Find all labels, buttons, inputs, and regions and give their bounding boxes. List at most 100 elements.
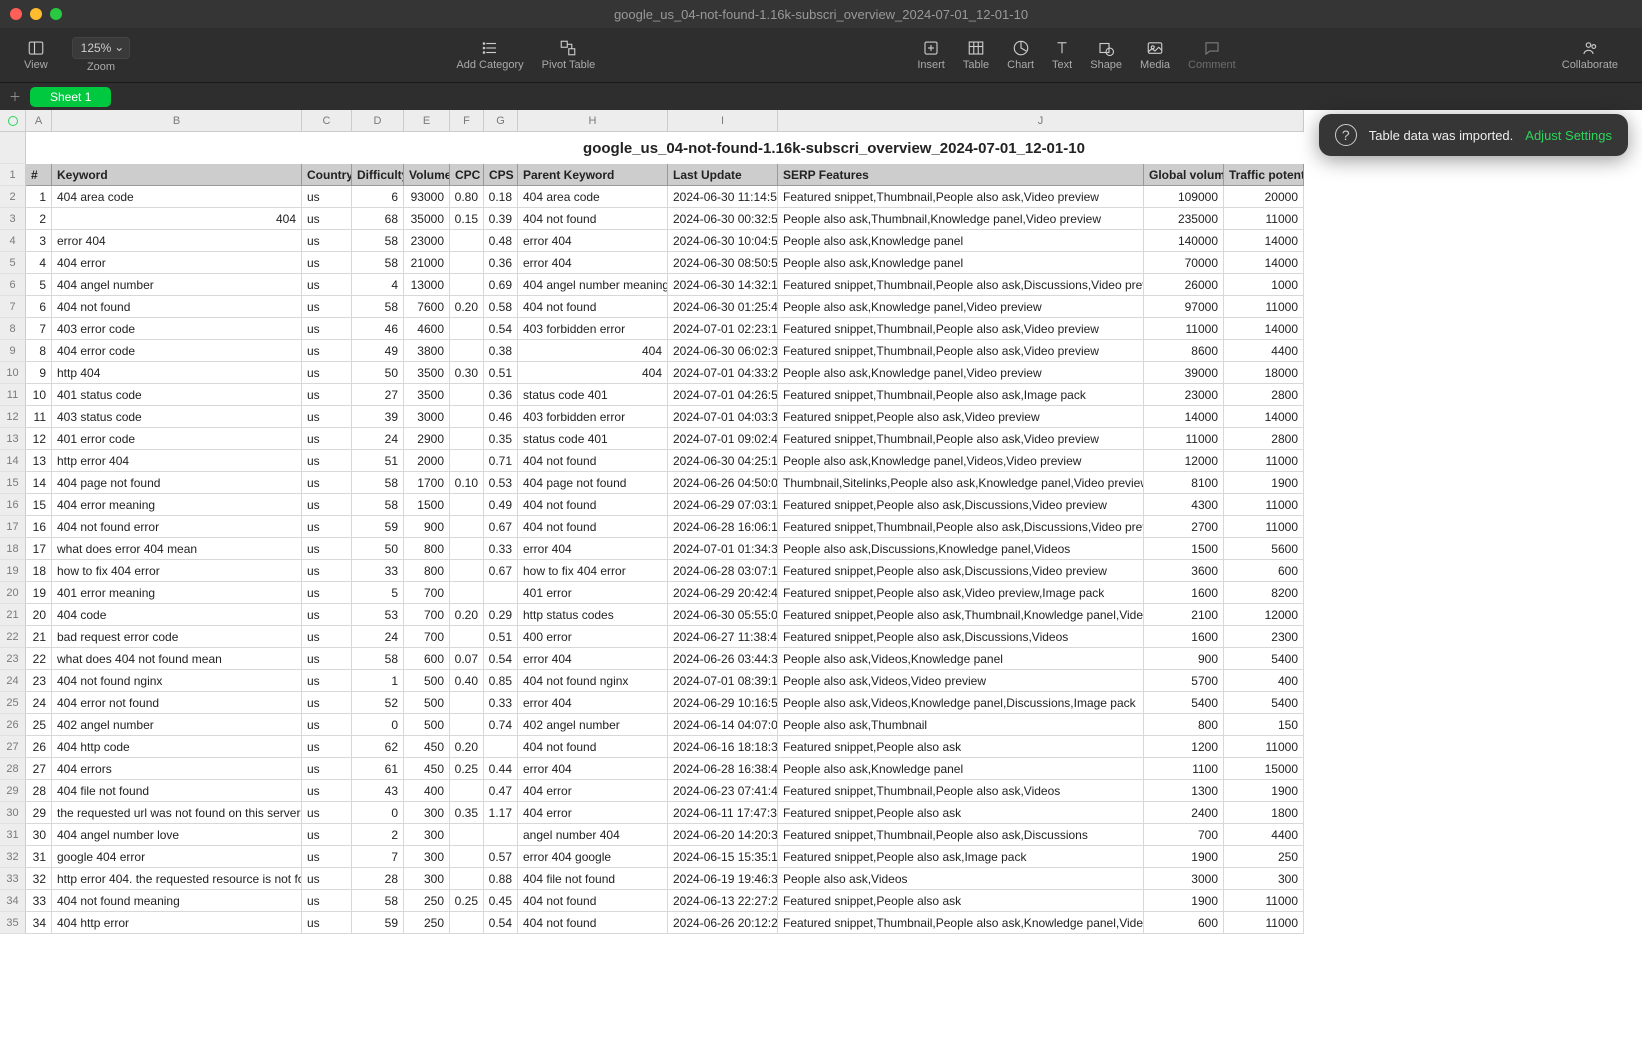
table-cell[interactable] [450,494,484,516]
table-cell[interactable]: 2024-07-01 08:39:15 [668,670,778,692]
table-cell[interactable]: 11000 [1224,296,1304,318]
comment-button[interactable]: Comment [1180,28,1244,82]
table-cell[interactable]: 0.67 [484,516,518,538]
table-cell[interactable]: 0.51 [484,626,518,648]
table-cell[interactable] [450,912,484,934]
table-cell[interactable]: 2024-06-16 18:18:37 [668,736,778,758]
table-cell[interactable]: 404 error not found [52,692,302,714]
table-cell[interactable]: 11000 [1224,494,1304,516]
table-cell[interactable]: 12000 [1144,450,1224,472]
table-cell[interactable]: 700 [404,626,450,648]
table-cell[interactable]: 6 [26,296,52,318]
table-cell[interactable]: 11000 [1144,318,1224,340]
table-cell[interactable]: 401 status code [52,384,302,406]
table-cell[interactable]: 109000 [1144,186,1224,208]
table-cell[interactable]: 32 [26,868,52,890]
table-cell[interactable] [450,714,484,736]
table-cell[interactable]: 800 [404,560,450,582]
table-cell[interactable]: 23 [26,670,52,692]
table-cell[interactable]: 31 [26,846,52,868]
table-cell[interactable]: bad request error code [52,626,302,648]
table-cell[interactable]: 400 [1224,670,1304,692]
table-cell[interactable]: 2024-07-01 02:23:12 [668,318,778,340]
table-cell[interactable]: 1900 [1224,472,1304,494]
table-cell[interactable]: how to fix 404 error [518,560,668,582]
zoom-control[interactable]: 125% Zoom [60,28,143,82]
table-cell[interactable]: 0.88 [484,868,518,890]
table-cell[interactable]: 0.25 [450,890,484,912]
table-cell[interactable]: 6 [352,186,404,208]
table-cell[interactable]: 404 not found [518,208,668,230]
table-cell[interactable]: us [302,582,352,604]
table-cell[interactable]: http 404 [52,362,302,384]
table-cell[interactable]: 0.30 [450,362,484,384]
table-cell[interactable]: People also ask,Knowledge panel [778,758,1144,780]
table-cell[interactable]: us [302,406,352,428]
table-cell[interactable]: 2024-06-30 04:25:17 [668,450,778,472]
table-cell[interactable]: 27 [26,758,52,780]
table-cell[interactable]: 2024-06-14 04:07:05 [668,714,778,736]
table-cell[interactable]: 34 [26,912,52,934]
row-header-27[interactable]: 27 [0,736,26,758]
row-header-35[interactable]: 35 [0,912,26,934]
table-cell[interactable]: us [302,648,352,670]
row-header-33[interactable]: 33 [0,868,26,890]
table-cell[interactable]: us [302,626,352,648]
table-cell[interactable]: us [302,274,352,296]
table-cell[interactable] [450,340,484,362]
table-cell[interactable]: us [302,186,352,208]
table-cell[interactable]: 404 errors [52,758,302,780]
table-cell[interactable]: 2400 [1144,802,1224,824]
table-cell[interactable]: 0.71 [484,450,518,472]
table-cell[interactable]: 140000 [1144,230,1224,252]
table-cell[interactable]: 2024-07-01 04:33:20 [668,362,778,384]
table-cell[interactable]: 404 code [52,604,302,626]
table-cell[interactable]: 2024-06-28 03:07:18 [668,560,778,582]
table-cell[interactable]: 5400 [1224,648,1304,670]
table-cell[interactable]: 2024-06-28 16:06:16 [668,516,778,538]
table-cell[interactable]: Featured snippet,People also ask,Discuss… [778,494,1144,516]
table-cell[interactable]: 58 [352,472,404,494]
table-cell[interactable]: us [302,824,352,846]
table-cell[interactable]: 0.15 [450,208,484,230]
table-cell[interactable]: 0.07 [450,648,484,670]
table-cell[interactable]: 2024-06-13 22:27:27 [668,890,778,912]
table-cell[interactable]: 0.25 [450,758,484,780]
table-cell[interactable]: 0.33 [484,538,518,560]
table-header-6[interactable]: CPS [484,164,518,186]
table-cell[interactable]: us [302,516,352,538]
table-cell[interactable]: 404 not found [518,450,668,472]
table-cell[interactable]: 5 [352,582,404,604]
table-header-1[interactable]: Keyword [52,164,302,186]
table-cell[interactable]: us [302,868,352,890]
table-cell[interactable]: 20000 [1224,186,1304,208]
table-cell[interactable]: 51 [352,450,404,472]
table-cell[interactable]: us [302,208,352,230]
table-cell[interactable]: 26000 [1144,274,1224,296]
table-cell[interactable]: 53 [352,604,404,626]
table-cell[interactable]: Featured snippet,Thumbnail,People also a… [778,186,1144,208]
table-cell[interactable]: 2 [26,208,52,230]
table-cell[interactable]: 402 angel number [52,714,302,736]
table-cell[interactable]: 1300 [1144,780,1224,802]
table-cell[interactable]: 404 not found [518,296,668,318]
table-cell[interactable]: 49 [352,340,404,362]
table-cell[interactable]: 15 [26,494,52,516]
table-cell[interactable]: 5 [26,274,52,296]
table-cell[interactable]: People also ask,Videos,Knowledge panel [778,648,1144,670]
table-cell[interactable]: 402 angel number [518,714,668,736]
table-cell[interactable]: 68 [352,208,404,230]
maximize-window-icon[interactable] [50,8,62,20]
table-cell[interactable]: us [302,230,352,252]
table-cell[interactable]: 39 [352,406,404,428]
table-header-8[interactable]: Last Update [668,164,778,186]
table-cell[interactable]: 58 [352,890,404,912]
table-cell[interactable]: 0.35 [450,802,484,824]
table-cell[interactable]: 3800 [404,340,450,362]
table-cell[interactable]: 11000 [1224,736,1304,758]
table-cell[interactable]: 404 error [52,252,302,274]
table-cell[interactable]: 500 [404,692,450,714]
table-cell[interactable]: us [302,494,352,516]
table-cell[interactable]: Featured snippet,People also ask,Video p… [778,406,1144,428]
table-cell[interactable]: 404 angel number love [52,824,302,846]
